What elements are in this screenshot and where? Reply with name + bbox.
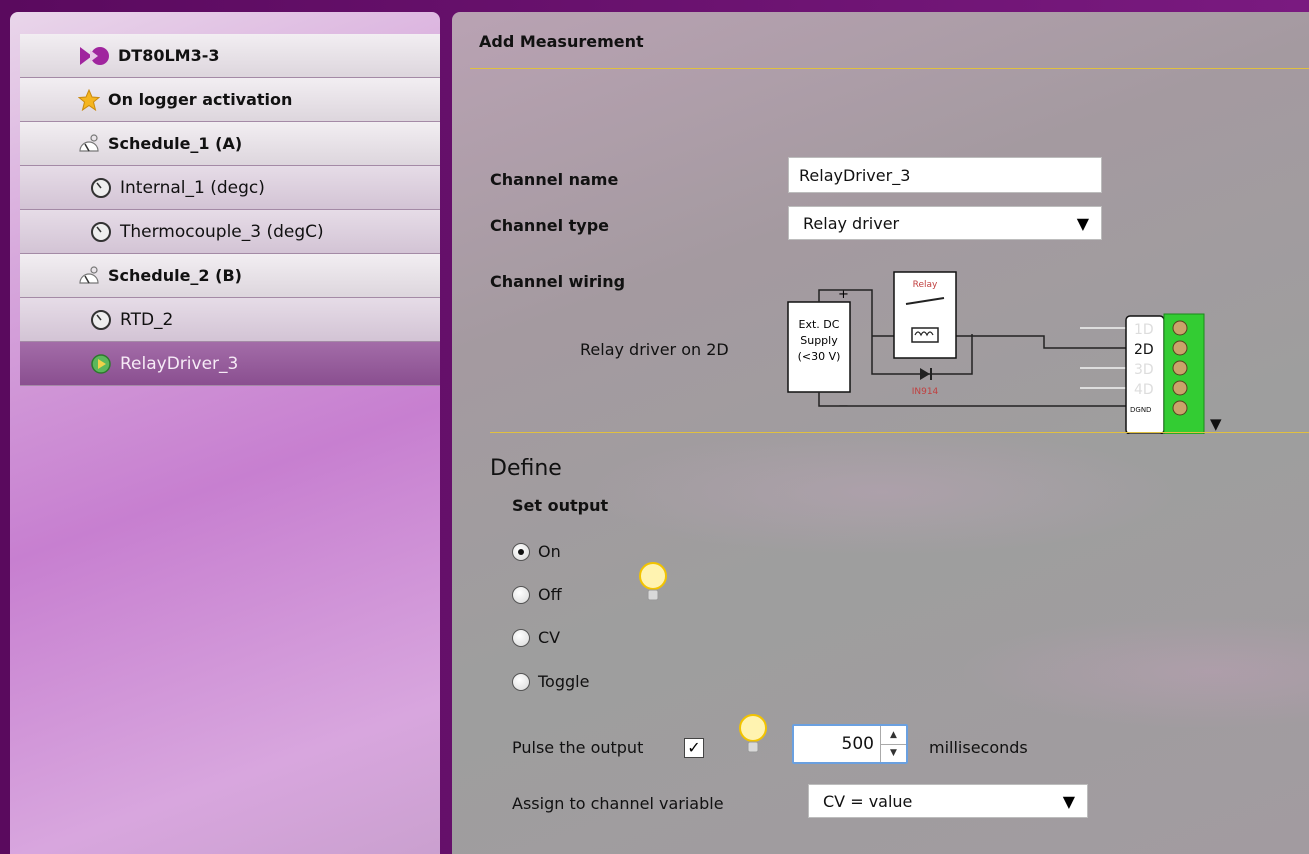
dropdown-arrow-icon: ▼ xyxy=(1076,213,1089,233)
tree-item-label: RelayDriver_3 xyxy=(120,353,239,374)
tree-item-relaydriver-3[interactable]: RelayDriver_3 xyxy=(20,342,440,386)
define-divider xyxy=(490,432,1309,433)
radio-on[interactable]: On xyxy=(512,542,561,561)
tree-item-logger[interactable]: DT80LM3-3 xyxy=(20,34,440,78)
tree-item-label: On logger activation xyxy=(108,90,293,109)
assign-variable-value: CV = value xyxy=(823,791,913,811)
diagram-scroll-arrow-icon[interactable]: ▼ xyxy=(1210,415,1222,433)
radio-button[interactable] xyxy=(512,585,530,604)
supply-label-3: (<30 V) xyxy=(798,350,841,363)
define-heading: Define xyxy=(490,456,562,481)
lightbulb-icon[interactable] xyxy=(738,712,768,760)
pulse-duration-stepper[interactable]: 500 ▲ ▼ xyxy=(792,724,908,764)
spin-down-icon[interactable]: ▼ xyxy=(881,745,906,763)
page-title: Add Measurement xyxy=(479,32,644,51)
radio-button[interactable] xyxy=(512,628,530,647)
channel-wiring-label: Channel wiring xyxy=(490,272,626,291)
supply-box xyxy=(787,301,851,393)
tree-item-label: Internal_1 (degc) xyxy=(120,177,265,198)
gauge-icon xyxy=(91,177,111,198)
sidebar: DT80LM3-3 On logger activation Schedule_… xyxy=(10,12,440,854)
radio-label: Off xyxy=(538,585,562,604)
radio-off[interactable]: Off xyxy=(512,585,562,604)
assign-variable-dropdown[interactable]: CV = value ▼ xyxy=(808,784,1088,818)
diode-label: IN914 xyxy=(912,387,939,397)
terminal-1d: 1D xyxy=(1134,322,1154,338)
dropdown-arrow-icon: ▼ xyxy=(1062,791,1075,811)
tree-item-schedule-2[interactable]: Schedule_2 (B) xyxy=(20,254,440,298)
tree-item-label: Schedule_1 (A) xyxy=(108,134,243,153)
tree-item-on-logger-activation[interactable]: On logger activation xyxy=(20,78,440,122)
relay-icon xyxy=(91,353,111,374)
relay-label: Relay xyxy=(913,280,938,290)
logger-icon xyxy=(80,46,109,65)
pulse-duration-value[interactable]: 500 xyxy=(794,726,880,762)
star-icon xyxy=(78,88,100,111)
radio-toggle[interactable]: Toggle xyxy=(512,672,589,691)
tree-item-schedule-1[interactable]: Schedule_1 (A) xyxy=(20,122,440,166)
channel-type-label: Channel type xyxy=(490,216,609,235)
schedule-icon xyxy=(79,265,99,284)
channel-name-input[interactable] xyxy=(788,157,1102,193)
terminal-4d: 4D xyxy=(1134,382,1154,398)
tree-item-internal-1[interactable]: Internal_1 (degc) xyxy=(20,166,440,210)
channel-type-value: Relay driver xyxy=(803,213,900,233)
channel-type-dropdown[interactable]: Relay driver ▼ xyxy=(788,206,1102,240)
radio-button[interactable] xyxy=(512,542,530,561)
wiring-caption: Relay driver on 2D xyxy=(580,340,729,359)
wiring-diagram: Ext. DC Supply (<30 V) + − Relay IN914 1… xyxy=(787,271,1222,434)
schedule-icon xyxy=(79,133,99,152)
assign-label: Assign to channel variable xyxy=(512,794,724,813)
pulse-units: milliseconds xyxy=(929,738,1028,757)
radio-label: On xyxy=(538,542,561,561)
set-output-label: Set output xyxy=(512,496,609,515)
main-panel: Add Measurement Channel name Channel typ… xyxy=(452,12,1309,854)
radio-label: CV xyxy=(538,628,561,647)
supply-label-2: Supply xyxy=(800,334,838,347)
tree-item-thermocouple-3[interactable]: Thermocouple_3 (degC) xyxy=(20,210,440,254)
radio-label: Toggle xyxy=(538,672,590,691)
radio-button[interactable] xyxy=(512,672,530,691)
lightbulb-icon[interactable] xyxy=(638,560,668,608)
tree-item-label: RTD_2 xyxy=(120,309,174,330)
pulse-checkbox[interactable]: ✓ xyxy=(684,738,704,758)
pulse-label: Pulse the output xyxy=(512,738,644,757)
tree-item-label: Thermocouple_3 (degC) xyxy=(120,221,324,242)
tree-item-label: Schedule_2 (B) xyxy=(108,266,242,285)
channel-name-label: Channel name xyxy=(490,170,619,189)
terminal-2d: 2D xyxy=(1134,342,1154,358)
terminal-dgnd: DGND xyxy=(1130,406,1151,414)
spin-up-icon[interactable]: ▲ xyxy=(881,726,906,745)
supply-label-1: Ext. DC xyxy=(799,318,840,331)
radio-cv[interactable]: CV xyxy=(512,628,560,647)
gauge-icon xyxy=(91,221,111,242)
tree-item-rtd-2[interactable]: RTD_2 xyxy=(20,298,440,342)
header-divider xyxy=(470,68,1309,69)
gauge-icon xyxy=(91,309,111,330)
tree-item-label: DT80LM3-3 xyxy=(118,46,220,65)
terminal-3d: 3D xyxy=(1134,362,1154,378)
